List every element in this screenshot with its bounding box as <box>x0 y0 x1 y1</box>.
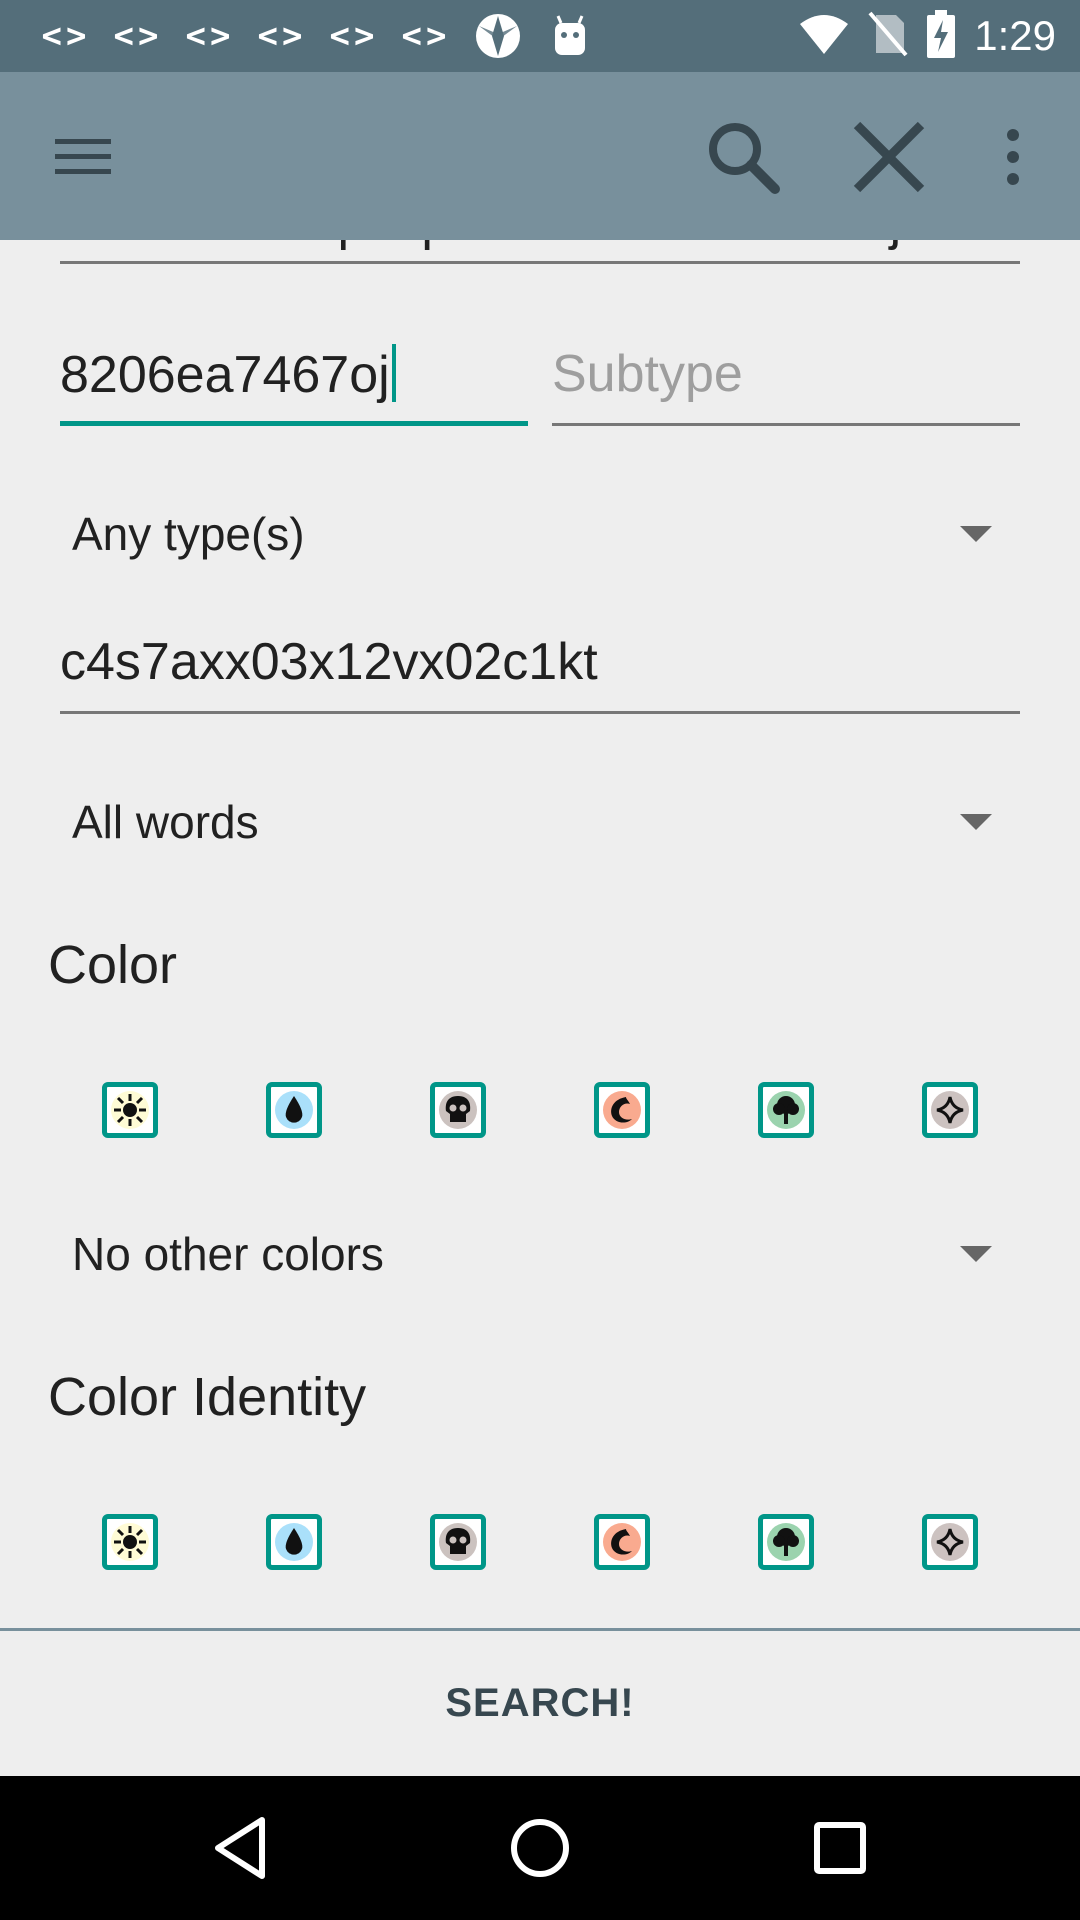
blue-mana-checkbox[interactable] <box>266 1082 322 1138</box>
notification-icons: <> <> <> <> <> <> <box>30 10 606 62</box>
navigation-bar <box>0 1776 1080 1920</box>
screen: <> <> <> <> <> <> 1:29 8206ea7467oj Subt… <box>0 0 1080 1920</box>
search-icon[interactable] <box>698 112 788 202</box>
more-vert-icon[interactable] <box>968 112 1058 202</box>
green-mana-icon <box>767 1523 805 1561</box>
dropdown-arrow-icon <box>960 1246 992 1262</box>
white-mana-icon <box>111 1523 149 1561</box>
android-icon <box>534 10 606 62</box>
back-icon[interactable] <box>200 1808 280 1888</box>
system-indicators: 1:29 <box>798 0 1056 72</box>
black-mana-icon <box>439 1091 477 1129</box>
identity-green-mana-checkbox[interactable] <box>758 1514 814 1570</box>
blue-mana-icon <box>275 1091 313 1129</box>
identity-white-mana-checkbox[interactable] <box>102 1514 158 1570</box>
identity-red-mana-checkbox[interactable] <box>594 1514 650 1570</box>
code-icon: <> <box>185 16 235 56</box>
subtype-placeholder: Subtype <box>552 345 743 403</box>
code-icon: <> <box>401 16 451 56</box>
colorless-mana-icon <box>931 1091 969 1129</box>
dropdown-arrow-icon <box>960 526 992 542</box>
wifi-icon <box>798 12 850 61</box>
code-icon: <> <box>257 16 307 56</box>
code-icon: <> <box>329 16 379 56</box>
menu-icon[interactable] <box>38 112 128 202</box>
color-title: Color <box>48 935 178 995</box>
type-spinner[interactable]: Any type(s) <box>72 494 992 574</box>
search-button[interactable]: SEARCH! <box>445 1681 634 1726</box>
colorless-mana-checkbox[interactable] <box>922 1082 978 1138</box>
white-mana-icon <box>111 1091 149 1129</box>
triangle-logo-icon <box>462 10 534 62</box>
app-bar <box>0 72 1080 240</box>
type-spinner-value: Any type(s) <box>72 508 305 560</box>
recents-icon[interactable] <box>800 1808 880 1888</box>
search-bar: SEARCH! <box>0 1628 1080 1776</box>
black-mana-icon <box>439 1523 477 1561</box>
home-icon[interactable] <box>500 1808 580 1888</box>
supertype-field[interactable]: 8206ea7467oj <box>60 344 528 426</box>
no-sim-icon <box>868 11 908 62</box>
color-match-spinner-value: No other colors <box>72 1228 384 1280</box>
words-spinner-value: All words <box>72 796 259 848</box>
text-field[interactable]: c4s7axx03x12vx02c1kt <box>60 632 1020 714</box>
words-spinner[interactable]: All words <box>72 782 992 862</box>
blue-mana-icon <box>275 1523 313 1561</box>
green-mana-checkbox[interactable] <box>758 1082 814 1138</box>
text-cursor <box>391 344 396 402</box>
subtype-field[interactable]: Subtype <box>552 344 1020 426</box>
supertype-value: 8206ea7467oj <box>60 346 390 404</box>
red-mana-icon <box>603 1523 641 1561</box>
black-mana-checkbox[interactable] <box>430 1082 486 1138</box>
status-bar: <> <> <> <> <> <> 1:29 <box>0 0 1080 72</box>
red-mana-checkbox[interactable] <box>594 1082 650 1138</box>
white-mana-checkbox[interactable] <box>102 1082 158 1138</box>
dropdown-arrow-icon <box>960 814 992 830</box>
colorless-mana-icon <box>931 1523 969 1561</box>
color-identity-mana-row <box>0 1514 1080 1574</box>
text-value: c4s7axx03x12vx02c1kt <box>60 633 598 691</box>
battery-charging-icon <box>926 9 956 63</box>
identity-blue-mana-checkbox[interactable] <box>266 1514 322 1570</box>
identity-colorless-mana-checkbox[interactable] <box>922 1514 978 1570</box>
close-icon[interactable] <box>844 112 934 202</box>
green-mana-icon <box>767 1091 805 1129</box>
code-icon: <> <box>113 16 163 56</box>
clock: 1:29 <box>974 12 1056 59</box>
identity-black-mana-checkbox[interactable] <box>430 1514 486 1570</box>
code-icon: <> <box>41 16 91 56</box>
color-match-spinner[interactable]: No other colors <box>72 1214 992 1294</box>
search-form[interactable]: c4e1fc4c6i7pfiiqde977a0c58c8mz2rj8 8206e… <box>0 240 1080 1628</box>
color-identity-title: Color Identity <box>48 1367 367 1427</box>
color-mana-row <box>0 1082 1080 1142</box>
red-mana-icon <box>603 1091 641 1129</box>
name-field[interactable]: c4e1fc4c6i7pfiiqde977a0c58c8mz2rj8 <box>60 240 1020 264</box>
